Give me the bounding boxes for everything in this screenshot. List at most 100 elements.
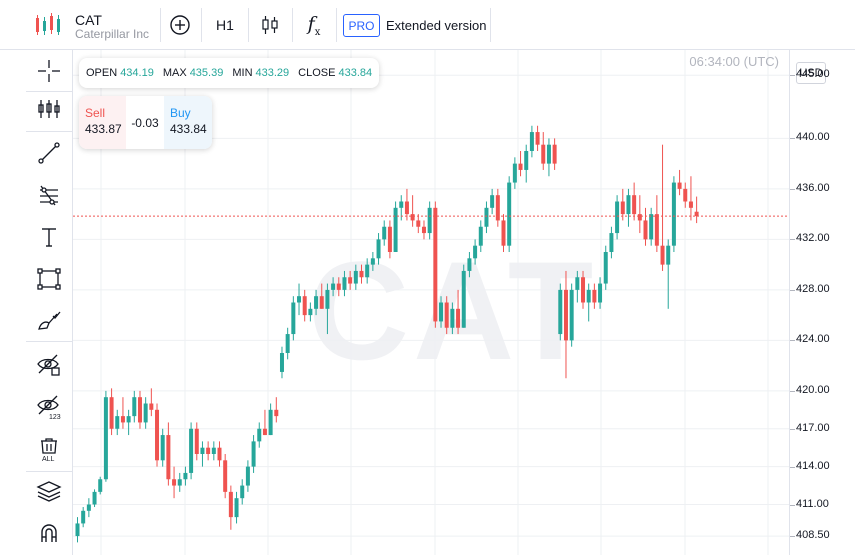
trend-line-button[interactable] (26, 132, 72, 174)
candle (166, 422, 171, 486)
rectangle-tool-button[interactable] (26, 258, 72, 300)
function-icon: fx (307, 12, 321, 38)
candle (194, 422, 199, 461)
text-icon (42, 228, 56, 247)
candle (461, 264, 466, 328)
pro-badge[interactable]: PRO (343, 14, 380, 37)
open-value: 434.19 (120, 67, 154, 79)
trade-panel: Sell 433.87 -0.03 Buy 433.84 (79, 96, 212, 149)
candle (609, 226, 614, 259)
crosshair-icon (38, 60, 60, 82)
candle (399, 195, 404, 221)
price-tick-label: 440.00 (796, 131, 830, 144)
top-toolbar: CAT Caterpillar Inc H1 fx PRO Extended v… (0, 0, 855, 50)
chart-type-button[interactable] (253, 9, 287, 41)
svg-text:ALL: ALL (42, 456, 55, 462)
magnet-button[interactable] (26, 512, 72, 554)
fib-tool-button[interactable] (26, 174, 72, 216)
candle (581, 270, 586, 309)
price-tick-label: 414.00 (796, 459, 830, 472)
indicators-button[interactable]: fx (297, 9, 331, 41)
divider (160, 8, 161, 42)
candle-chart-type-icon (262, 16, 278, 34)
candle (688, 176, 693, 221)
price-tick (790, 536, 795, 538)
candle (535, 125, 540, 151)
plus-circle-icon (170, 15, 190, 35)
price-tick (790, 390, 795, 392)
candle (234, 491, 239, 524)
candle (262, 409, 267, 436)
indicators-tool-button[interactable] (26, 88, 72, 130)
candle (467, 252, 472, 278)
candle (143, 397, 148, 429)
candle (189, 422, 194, 480)
sell-button[interactable]: Sell 433.87 (79, 96, 126, 149)
time-readout: 06:34:00 (UTC) (689, 54, 779, 69)
price-axis[interactable]: USD 445.00 440.00 436.00 432.00 428.00 424.00… (789, 50, 855, 555)
crosshair-button[interactable] (26, 50, 72, 92)
hide-drawings-button[interactable] (26, 344, 72, 386)
candle (444, 296, 449, 335)
candle (279, 346, 284, 379)
candle (575, 270, 580, 303)
interval-button[interactable]: H1 (206, 9, 244, 41)
candle (342, 270, 347, 297)
price-tick-label: 424.00 (796, 333, 830, 346)
candle (314, 289, 319, 316)
candle (297, 283, 302, 316)
candle (353, 264, 358, 290)
candle (439, 296, 444, 328)
price-tick-label: 420.00 (796, 383, 830, 396)
candle (558, 283, 563, 341)
candle (149, 388, 154, 417)
candle (365, 258, 370, 284)
candle (98, 476, 103, 495)
price-tick (790, 188, 795, 190)
candle (433, 201, 438, 328)
candle (671, 176, 676, 252)
spread-value: -0.03 (131, 115, 159, 130)
candle (86, 498, 91, 518)
text-tool-button[interactable] (26, 216, 72, 258)
extended-version-link[interactable]: Extended version (386, 18, 486, 33)
candle (484, 201, 489, 234)
candle (382, 220, 387, 246)
candle (473, 239, 478, 265)
close-value: 433.84 (338, 67, 373, 79)
candle (285, 327, 290, 360)
hide-indicators-button[interactable]: 123 (26, 386, 72, 428)
sell-price: 433.87 (85, 122, 122, 136)
candle (302, 289, 307, 322)
remove-all-icon: ALL (41, 438, 57, 462)
candle (92, 489, 97, 508)
price-tick (790, 340, 795, 342)
candle (450, 302, 455, 335)
bars-indicator-icon (38, 100, 60, 118)
candle (245, 460, 250, 492)
candle (427, 201, 432, 240)
symbol-ticker[interactable]: CAT (75, 12, 102, 28)
candle (75, 517, 80, 543)
brush-tool-button[interactable] (26, 300, 72, 342)
layers-button[interactable] (26, 470, 72, 512)
candle (103, 390, 108, 482)
candle (370, 252, 375, 271)
candle (495, 188, 500, 227)
candle (325, 283, 330, 335)
buy-button[interactable]: Buy 433.84 (164, 96, 212, 149)
add-symbol-button[interactable] (164, 9, 196, 41)
candle (115, 409, 120, 436)
trend-line-icon (38, 142, 60, 164)
candle (183, 466, 188, 486)
candle (683, 182, 688, 208)
candle (416, 214, 421, 234)
price-tick-label: 411.00 (796, 497, 829, 510)
candle (172, 466, 177, 499)
price-tick-label: 417.00 (796, 421, 830, 434)
remove-all-button[interactable]: ALL (26, 428, 72, 470)
candle (615, 195, 620, 240)
price-tick (790, 428, 795, 430)
candle (410, 195, 415, 227)
candle (109, 388, 114, 436)
